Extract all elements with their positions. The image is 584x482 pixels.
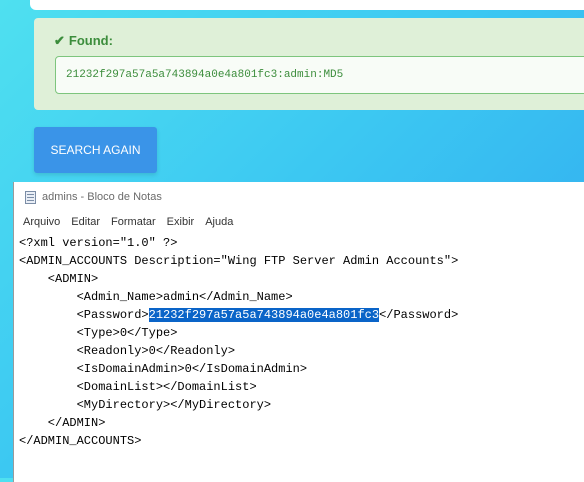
- selected-password-hash[interactable]: 21232f297a57a5a743894a0e4a801fc3: [148, 308, 380, 322]
- password-close-tag: </Password>: [379, 308, 459, 322]
- editor-line-password: <Password>21232f297a57a5a743894a0e4a801f…: [19, 306, 584, 324]
- menu-exibir[interactable]: Exibir: [165, 216, 197, 228]
- search-again-button[interactable]: SEARCH AGAIN: [34, 127, 157, 173]
- found-alert: ✔ Found: 21232f297a57a5a743894a0e4a801fc3…: [34, 18, 584, 110]
- editor-line: <ADMIN>: [19, 272, 99, 286]
- checkmark-icon: ✔: [54, 33, 65, 48]
- menu-editar[interactable]: Editar: [69, 216, 102, 228]
- found-title: ✔ Found:: [54, 33, 113, 49]
- found-label: Found:: [68, 33, 113, 48]
- editor-line: </ADMIN>: [19, 416, 106, 430]
- editor-line: <Type>0</Type>: [19, 326, 178, 340]
- password-open-tag: <Password>: [19, 308, 149, 322]
- menu-bar: Arquivo Editar Formatar Exibir Ajuda: [14, 212, 584, 232]
- result-card-top: [30, 0, 584, 10]
- editor-line: <?xml version="1.0" ?>: [19, 236, 178, 250]
- found-result-field[interactable]: 21232f297a57a5a743894a0e4a801fc3:admin:M…: [55, 56, 584, 94]
- notepad-titlebar[interactable]: admins - Bloco de Notas: [14, 182, 584, 212]
- editor-line: </ADMIN_ACCOUNTS>: [19, 434, 142, 448]
- editor-line: <MyDirectory></MyDirectory>: [19, 398, 272, 412]
- menu-formatar[interactable]: Formatar: [109, 216, 158, 228]
- text-editor[interactable]: <?xml version="1.0" ?> <ADMIN_ACCOUNTS D…: [14, 234, 584, 450]
- menu-ajuda[interactable]: Ajuda: [203, 216, 235, 228]
- window-title: admins - Bloco de Notas: [42, 191, 162, 203]
- notepad-window: admins - Bloco de Notas Arquivo Editar F…: [13, 182, 584, 482]
- editor-line: <IsDomainAdmin>0</IsDomainAdmin>: [19, 362, 308, 376]
- editor-line: <Admin_Name>admin</Admin_Name>: [19, 290, 293, 304]
- editor-line: <Readonly>0</Readonly>: [19, 344, 236, 358]
- notepad-icon: [25, 190, 36, 204]
- menu-arquivo[interactable]: Arquivo: [21, 216, 62, 228]
- editor-line: <ADMIN_ACCOUNTS Description="Wing FTP Se…: [19, 254, 459, 268]
- editor-line: <DomainList></DomainList>: [19, 380, 257, 394]
